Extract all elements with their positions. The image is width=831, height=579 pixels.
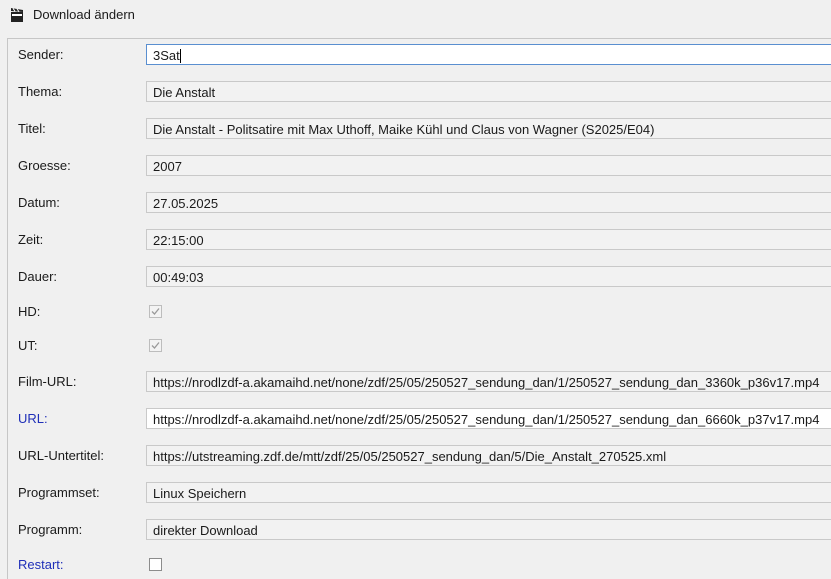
dauer-label: Dauer: [18,269,58,284]
restart-label[interactable]: Restart: [18,557,64,572]
sender-input[interactable]: 3Sat [146,44,831,65]
zeit-input[interactable]: 22:15:00 [146,229,831,250]
titel-input[interactable]: Die Anstalt - Politsatire mit Max Uthoff… [146,118,831,139]
url-label[interactable]: URL: [18,411,48,426]
ut-checkbox[interactable] [149,339,162,352]
film-url-input[interactable]: https://nrodlzdf-a.akamaihd.net/none/zdf… [146,371,831,392]
programmset-input[interactable]: Linux Speichern [146,482,831,503]
text-caret [179,49,181,63]
sender-value: 3Sat [153,48,180,63]
datum-label: Datum: [18,195,60,210]
groesse-label: Groesse: [18,158,71,173]
url-untertitel-input[interactable]: https://utstreaming.zdf.de/mtt/zdf/25/05… [146,445,831,466]
title-bar: Download ändern [0,0,831,30]
thema-label: Thema: [18,84,63,99]
hd-label: HD: [18,304,41,319]
clapperboard-icon [11,8,23,22]
dauer-input[interactable]: 00:49:03 [146,266,831,287]
sender-label: Sender: [18,47,64,62]
programm-label: Programm: [18,522,83,537]
hd-checkbox[interactable] [149,305,162,318]
thema-input[interactable]: Die Anstalt [146,81,831,102]
programmset-label: Programmset: [18,485,100,500]
url-untertitel-label: URL-Untertitel: [18,448,104,463]
restart-checkbox[interactable] [149,558,162,571]
ut-label: UT: [18,338,38,353]
window-title: Download ändern [33,7,135,22]
url-input[interactable]: https://nrodlzdf-a.akamaihd.net/none/zdf… [146,408,831,429]
checkmark-icon [151,308,160,315]
titel-label: Titel: [18,121,46,136]
groesse-input[interactable]: 2007 [146,155,831,176]
film-url-label: Film-URL: [18,374,77,389]
datum-input[interactable]: 27.05.2025 [146,192,831,213]
zeit-label: Zeit: [18,232,44,247]
programm-input[interactable]: direkter Download [146,519,831,540]
checkmark-icon [151,342,160,349]
